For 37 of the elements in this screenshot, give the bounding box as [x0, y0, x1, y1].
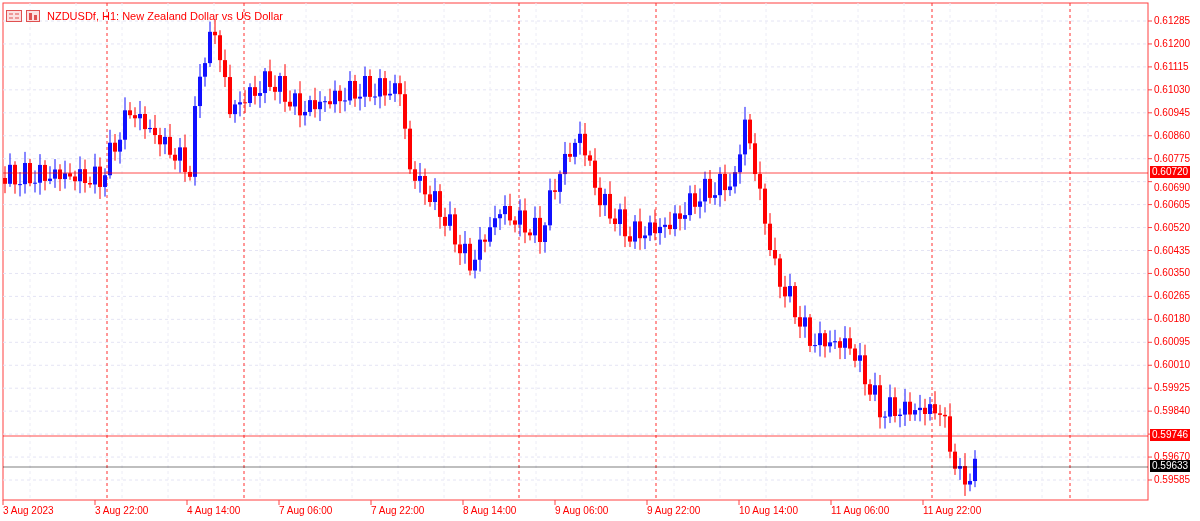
time-axis-label: 4 Aug 14:00 [187, 505, 241, 517]
time-axis-label: 9 Aug 22:00 [647, 505, 701, 517]
price-axis-label: 0.61030 [1154, 83, 1191, 96]
time-axis-label: 11 Aug 22:00 [923, 505, 982, 517]
price-axis-label: 0.60605 [1154, 198, 1191, 211]
time-axis-label: 3 Aug 22:00 [95, 505, 149, 517]
chart-title: NZDUSDf, H1: New Zealand Dollar vs US Dollar [47, 9, 283, 24]
price-axis-label: 0.61115 [1154, 60, 1189, 73]
price-axis-label: 0.60860 [1154, 129, 1191, 142]
price-axis-label: 0.60180 [1154, 313, 1191, 326]
price-tag: 0.59746 [1150, 429, 1191, 441]
price-axis-label: 0.60010 [1154, 359, 1191, 372]
price-tag: 0.59633 [1150, 460, 1191, 472]
time-axis-label: 7 Aug 22:00 [371, 505, 425, 517]
price-axis-label: 0.60945 [1154, 106, 1191, 119]
chart-icon[interactable] [26, 10, 40, 23]
price-axis-label: 0.60520 [1154, 221, 1191, 234]
price-tag: 0.60720 [1150, 166, 1191, 178]
time-axis-label: 9 Aug 06:00 [555, 505, 609, 517]
time-axis-label: 3 Aug 2023 [3, 505, 54, 517]
price-axis-label: 0.59925 [1154, 382, 1191, 395]
price-axis-label: 0.59670 [1154, 451, 1191, 463]
price-axis-label: 0.61285 [1154, 15, 1191, 27]
time-axis-label: 11 Aug 06:00 [831, 505, 890, 517]
price-axis-label: 0.59840 [1154, 405, 1191, 418]
price-axis-label: 0.59585 [1154, 474, 1191, 486]
menu-icon[interactable] [6, 10, 22, 23]
price-axis-label: 0.60265 [1154, 290, 1191, 303]
price-axis-label: 0.60350 [1154, 267, 1191, 280]
price-axis-label: 0.61200 [1154, 37, 1191, 50]
time-axis-label: 7 Aug 06:00 [279, 505, 333, 517]
price-axis-label: 0.60435 [1154, 244, 1191, 257]
time-axis-label: 8 Aug 14:00 [463, 505, 517, 517]
price-axis-label: 0.60775 [1154, 152, 1191, 165]
price-axis-label: 0.60095 [1154, 336, 1191, 349]
price-axis-label: 0.60690 [1154, 181, 1191, 194]
time-axis-label: 10 Aug 14:00 [739, 505, 798, 517]
